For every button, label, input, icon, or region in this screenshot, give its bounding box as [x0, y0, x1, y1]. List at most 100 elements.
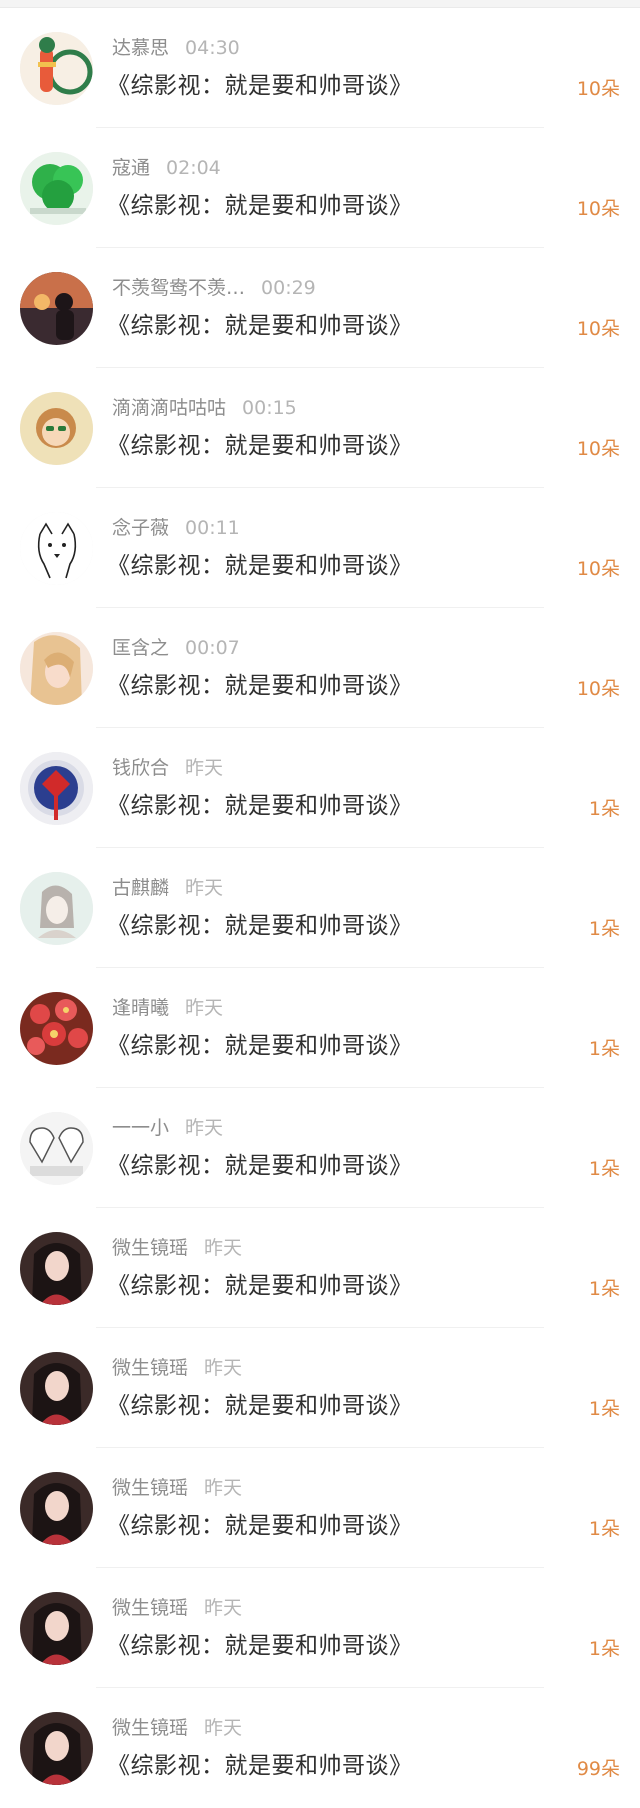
- send-time: 02:04: [166, 157, 221, 179]
- flower-count: 10朵: [576, 558, 620, 580]
- portrait-woman-avatar[interactable]: [20, 1352, 93, 1425]
- blonde-girl-avatar[interactable]: [20, 632, 93, 705]
- sender-info: 微生镜瑶 昨天: [112, 1235, 242, 1261]
- book-title: 《综影视：就是要和帅哥谈》: [107, 1633, 413, 1659]
- sender-name: 念子薇: [112, 517, 170, 539]
- send-time: 00:29: [261, 277, 316, 299]
- top-edge: [0, 0, 640, 8]
- sender-name: 匡含之: [112, 637, 170, 659]
- list-item[interactable]: 微生镜瑶 昨天 《综影视：就是要和帅哥谈》 99朵: [0, 1688, 640, 1808]
- sender-name: 钱欣合: [112, 757, 170, 779]
- list-item[interactable]: 微生镜瑶 昨天 《综影视：就是要和帅哥谈》 1朵: [0, 1208, 640, 1328]
- flower-count: 1朵: [588, 1518, 620, 1540]
- portrait-woman-avatar[interactable]: [20, 1592, 93, 1665]
- flower-count: 1朵: [588, 1158, 620, 1180]
- book-title: 《综影视：就是要和帅哥谈》: [107, 313, 413, 339]
- flower-count: 10朵: [576, 678, 620, 700]
- flower-count: 1朵: [588, 1278, 620, 1300]
- sender-info: 微生镜瑶 昨天: [112, 1715, 242, 1741]
- sketch-girl-avatar[interactable]: [20, 872, 93, 945]
- list-item[interactable]: 一一小 昨天 《综影视：就是要和帅哥谈》 1朵: [0, 1088, 640, 1208]
- book-title: 《综影视：就是要和帅哥谈》: [107, 1513, 413, 1539]
- list-item[interactable]: 古麒麟 昨天 《综影视：就是要和帅哥谈》 1朵: [0, 848, 640, 968]
- sender-name: 不羡鸳鸯不羡…: [112, 277, 246, 299]
- flower-count: 1朵: [588, 798, 620, 820]
- bw-hearts-avatar[interactable]: [20, 1112, 93, 1185]
- send-time: 昨天: [185, 757, 224, 779]
- green-balloon-avatar[interactable]: [20, 152, 93, 225]
- flower-count: 10朵: [576, 78, 620, 100]
- list-item[interactable]: 不羡鸳鸯不羡… 00:29 《综影视：就是要和帅哥谈》 10朵: [0, 248, 640, 368]
- portrait-woman-avatar[interactable]: [20, 1472, 93, 1545]
- list-item[interactable]: 滴滴滴咕咕咕 00:15 《综影视：就是要和帅哥谈》 10朵: [0, 368, 640, 488]
- sender-name: 微生镜瑶: [112, 1357, 189, 1379]
- send-time: 昨天: [185, 1117, 224, 1139]
- sender-info: 逢晴曦 昨天: [112, 995, 223, 1021]
- list-item[interactable]: 逢晴曦 昨天 《综影视：就是要和帅哥谈》 1朵: [0, 968, 640, 1088]
- book-title: 《综影视：就是要和帅哥谈》: [107, 73, 413, 99]
- flower-count: 10朵: [576, 438, 620, 460]
- cartoon-bicycle-avatar[interactable]: [20, 32, 93, 105]
- send-time: 04:30: [185, 37, 240, 59]
- sender-info: 念子薇 00:11: [112, 515, 240, 541]
- send-time: 昨天: [204, 1597, 243, 1619]
- flower-count: 1朵: [588, 1638, 620, 1660]
- sender-info: 滴滴滴咕咕咕 00:15: [112, 395, 297, 421]
- sender-info: 微生镜瑶 昨天: [112, 1355, 242, 1381]
- list-item[interactable]: 钱欣合 昨天 《综影视：就是要和帅哥谈》 1朵: [0, 728, 640, 848]
- portrait-woman-avatar[interactable]: [20, 1232, 93, 1305]
- book-title: 《综影视：就是要和帅哥谈》: [107, 193, 413, 219]
- book-title: 《综影视：就是要和帅哥谈》: [107, 673, 413, 699]
- portrait-woman-avatar[interactable]: [20, 1712, 93, 1785]
- sender-name: 微生镜瑶: [112, 1477, 189, 1499]
- sunset-girl-avatar[interactable]: [20, 272, 93, 345]
- sender-info: 达慕思 04:30: [112, 35, 240, 61]
- book-title: 《综影视：就是要和帅哥谈》: [107, 433, 413, 459]
- list-item[interactable]: 微生镜瑶 昨天 《综影视：就是要和帅哥谈》 1朵: [0, 1448, 640, 1568]
- cartoon-girl-sunglasses-avatar[interactable]: [20, 392, 93, 465]
- send-time: 昨天: [185, 997, 224, 1019]
- send-time: 昨天: [204, 1357, 243, 1379]
- flower-count: 99朵: [576, 1758, 620, 1780]
- list-item[interactable]: 念子薇 00:11 《综影视：就是要和帅哥谈》 10朵: [0, 488, 640, 608]
- send-time: 昨天: [204, 1477, 243, 1499]
- list-item[interactable]: 匡含之 00:07 《综影视：就是要和帅哥谈》 10朵: [0, 608, 640, 728]
- book-title: 《综影视：就是要和帅哥谈》: [107, 793, 413, 819]
- flower-count: 10朵: [576, 198, 620, 220]
- book-title: 《综影视：就是要和帅哥谈》: [107, 553, 413, 579]
- list-item[interactable]: 微生镜瑶 昨天 《综影视：就是要和帅哥谈》 1朵: [0, 1328, 640, 1448]
- sender-info: 一一小 昨天: [112, 1115, 223, 1141]
- send-time: 00:07: [185, 637, 240, 659]
- book-title: 《综影视：就是要和帅哥谈》: [107, 1393, 413, 1419]
- sender-name: 寇通: [112, 157, 151, 179]
- book-title: 《综影视：就是要和帅哥谈》: [107, 913, 413, 939]
- book-title: 《综影视：就是要和帅哥谈》: [107, 1033, 413, 1059]
- flower-count: 1朵: [588, 1398, 620, 1420]
- sender-info: 古麒麟 昨天: [112, 875, 223, 901]
- sender-name: 达慕思: [112, 37, 170, 59]
- sender-name: 微生镜瑶: [112, 1717, 189, 1739]
- sender-info: 钱欣合 昨天: [112, 755, 223, 781]
- sender-name: 微生镜瑶: [112, 1237, 189, 1259]
- sender-info: 寇通 02:04: [112, 155, 221, 181]
- send-time: 00:11: [185, 517, 240, 539]
- list-item[interactable]: 达慕思 04:30 《综影视：就是要和帅哥谈》 10朵: [0, 8, 640, 128]
- chinese-knot-avatar[interactable]: [20, 752, 93, 825]
- sender-info: 微生镜瑶 昨天: [112, 1475, 242, 1501]
- list-item[interactable]: 微生镜瑶 昨天 《综影视：就是要和帅哥谈》 1朵: [0, 1568, 640, 1688]
- list-item[interactable]: 寇通 02:04 《综影视：就是要和帅哥谈》 10朵: [0, 128, 640, 248]
- red-flowers-avatar[interactable]: [20, 992, 93, 1065]
- sender-name: 滴滴滴咕咕咕: [112, 397, 227, 419]
- flower-count: 10朵: [576, 318, 620, 340]
- send-time: 昨天: [185, 877, 224, 899]
- sender-info: 匡含之 00:07: [112, 635, 240, 661]
- flower-count: 1朵: [588, 918, 620, 940]
- sender-info: 微生镜瑶 昨天: [112, 1595, 242, 1621]
- sender-name: 一一小: [112, 1117, 170, 1139]
- sketch-dog-avatar[interactable]: [20, 512, 93, 585]
- gift-list: 达慕思 04:30 《综影视：就是要和帅哥谈》 10朵 寇通 02:04 《综影视：…: [0, 8, 640, 1808]
- sender-name: 微生镜瑶: [112, 1597, 189, 1619]
- book-title: 《综影视：就是要和帅哥谈》: [107, 1153, 413, 1179]
- send-time: 昨天: [204, 1237, 243, 1259]
- sender-name: 古麒麟: [112, 877, 170, 899]
